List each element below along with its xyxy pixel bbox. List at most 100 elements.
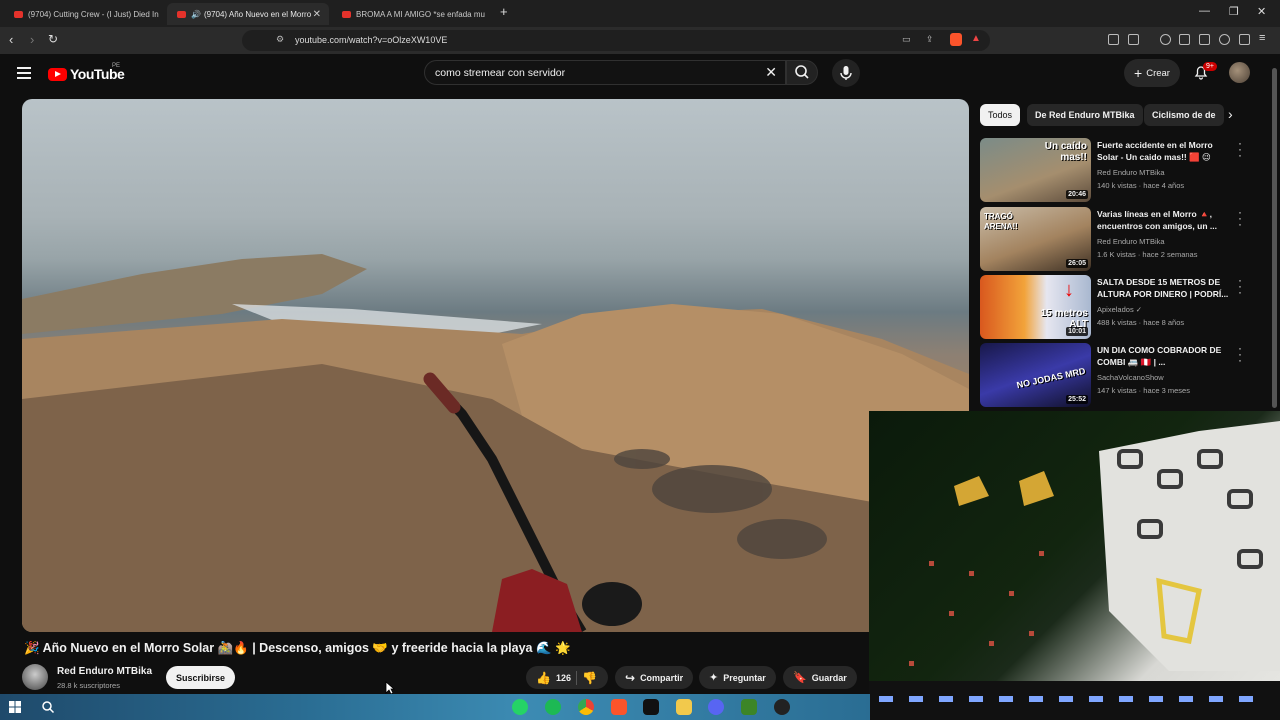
tiktok-icon[interactable] (643, 699, 659, 715)
more-options-icon[interactable]: · · · (1238, 206, 1242, 230)
back-icon[interactable]: ‹ (9, 32, 13, 47)
video-player[interactable] (22, 99, 969, 632)
recommendation-title[interactable]: Fuerte accidente en el Morro Solar - Un … (1097, 139, 1229, 163)
more-options-icon[interactable]: · · · (1238, 137, 1242, 161)
video-thumbnail[interactable]: Un caído mas!! 20:46 (980, 138, 1091, 202)
brave-shield-icon[interactable] (950, 33, 962, 46)
recommendation-channel[interactable]: Red Enduro MTBika (1097, 237, 1165, 246)
chrome-icon[interactable] (578, 699, 594, 715)
youtube-header: YouTube PE como stremear con servidor ✕ … (0, 54, 1280, 98)
vpn-icon[interactable] (1239, 34, 1250, 45)
search-button[interactable] (786, 60, 818, 85)
subscribe-button[interactable]: Suscribirse (166, 666, 235, 689)
page-scrollbar[interactable] (1272, 68, 1277, 408)
tab-broma[interactable]: BROMA A MI AMIGO *se enfada mu (332, 3, 492, 25)
search-input[interactable]: como stremear con servidor (435, 67, 565, 79)
save-button[interactable]: 🔖 Guardar (783, 666, 857, 689)
recommendation-item[interactable]: Un caído mas!! 20:46 Fuerte accidente en… (980, 137, 1250, 202)
more-options-icon[interactable]: · · · (1238, 274, 1242, 298)
youtube-play-icon (48, 67, 67, 81)
chip-de-red-enduro[interactable]: De Red Enduro MTBika (1027, 104, 1143, 126)
tab-cutting-crew[interactable]: (9704) Cutting Crew - (I Just) Died In (4, 3, 164, 25)
windows-start-icon[interactable] (9, 701, 21, 713)
recommendation-item[interactable]: 15 metros ALT ↓ 10:01 SALTA DESDE 15 MET… (980, 274, 1250, 339)
screenshot-icon[interactable] (1128, 34, 1139, 45)
recommendation-channel[interactable]: SachaVolcanoShow (1097, 373, 1164, 382)
whatsapp-icon[interactable] (512, 699, 528, 715)
share-button[interactable]: ↪ Compartir (615, 666, 694, 689)
recommendation-channel[interactable]: Apixelados ✓ (1097, 305, 1142, 314)
forward-icon[interactable]: › (30, 32, 34, 47)
search-icon (795, 65, 809, 79)
browser-toolbar: ‹ › ↻ ☐ ⚙ youtube.com/watch?v=oOlzeXW10V… (0, 27, 1280, 54)
video-frame (22, 254, 969, 632)
chip-todos[interactable]: Todos (980, 104, 1021, 126)
recommendation-title[interactable]: SALTA DESDE 15 METROS DE ALTURA POR DINE… (1097, 276, 1229, 300)
youtube-logo[interactable]: YouTube PE (48, 63, 125, 82)
recommendation-title[interactable]: UN DIA COMO COBRADOR DE COMBI 🚐 🇵🇪 | ... (1097, 344, 1229, 368)
extensions-icon[interactable] (1108, 34, 1119, 45)
bookmark-save-icon: 🔖 (793, 672, 807, 684)
taskbar-search-icon[interactable] (41, 700, 55, 714)
minimize-icon[interactable]: — (1199, 5, 1210, 17)
restore-icon[interactable]: ❐ (1229, 5, 1239, 18)
more-options-icon[interactable]: · · · (1238, 342, 1242, 366)
recommendation-title[interactable]: Varias líneas en el Morro 🔺, encuentros … (1097, 208, 1229, 232)
duration-badge: 26:05 (1066, 259, 1088, 268)
url-text: youtube.com/watch?v=oOlzeXW10VE (295, 35, 448, 45)
browser-tab-strip: (9704) Cutting Crew - (I Just) Died In 🔊… (0, 0, 1280, 27)
recommendation-meta: 488 k vistas · hace 8 años (1097, 318, 1185, 327)
leo-icon[interactable] (1219, 34, 1230, 45)
youtube-favicon-icon (177, 10, 186, 18)
reload-icon[interactable]: ↻ (48, 32, 58, 46)
like-dislike-group: 👍 126 👎 (526, 666, 608, 689)
cast-icon[interactable]: ▭ (902, 34, 911, 45)
channel-name[interactable]: Red Enduro MTBika (57, 666, 152, 677)
channel-avatar[interactable] (22, 664, 48, 690)
clear-search-icon[interactable]: ✕ (765, 64, 777, 81)
youtube-favicon-icon (342, 10, 351, 18)
video-thumbnail[interactable]: NO JODAS MRD 25:52 (980, 343, 1091, 407)
close-tab-icon[interactable]: ✕ (313, 9, 321, 20)
media-icon[interactable] (1160, 34, 1171, 45)
hamburger-menu-icon[interactable] (17, 67, 31, 79)
search-box[interactable]: como stremear con servidor ✕ (424, 60, 786, 85)
recommendation-item[interactable]: TRAGÓ ARENA!! 26:05 Varias líneas en el … (980, 206, 1250, 271)
sidebar-icon[interactable] (1179, 34, 1190, 45)
channel-name: Apixelados (1097, 305, 1134, 314)
recommendation-meta: 1.6 K vistas · hace 2 semanas (1097, 250, 1198, 259)
file-explorer-icon[interactable] (676, 699, 692, 715)
thumbs-up-icon: 👍 (536, 670, 551, 685)
site-info-icon[interactable]: ⚙ (276, 34, 284, 45)
video-thumbnail[interactable]: TRAGÓ ARENA!! 26:05 (980, 207, 1091, 271)
close-window-icon[interactable]: ✕ (1257, 5, 1266, 18)
account-avatar[interactable] (1229, 62, 1250, 83)
chip-ciclismo[interactable]: Ciclismo de de (1144, 104, 1224, 126)
address-bar[interactable]: ⚙ youtube.com/watch?v=oOlzeXW10VE ▭ ⇪ ▲ (242, 30, 990, 51)
minecraft-icon[interactable] (741, 699, 757, 715)
ask-button[interactable]: ✦ Preguntar (699, 666, 776, 689)
like-button[interactable]: 👍 126 (536, 671, 571, 685)
create-button[interactable]: + Crear (1124, 59, 1180, 87)
chevron-right-icon[interactable]: › (1228, 106, 1233, 122)
spotify-icon[interactable] (545, 699, 561, 715)
brave-icon[interactable] (611, 699, 627, 715)
wallet-icon[interactable] (1199, 34, 1210, 45)
video-thumbnail[interactable]: 15 metros ALT ↓ 10:01 (980, 275, 1091, 339)
mouse-cursor-icon (385, 681, 395, 695)
voice-search-button[interactable] (832, 59, 860, 87)
tab-ano-nuevo[interactable]: 🔊 (9704) Año Nuevo en el Morro ✕ (167, 3, 329, 25)
recommendation-item[interactable]: NO JODAS MRD 25:52 UN DIA COMO COBRADOR … (980, 342, 1250, 407)
brave-rewards-icon[interactable]: ▲ (971, 33, 981, 44)
thumbnail-text: NO JODAS MRD (1015, 365, 1087, 391)
youtube-favicon-icon (14, 10, 23, 18)
new-tab-icon[interactable]: + (500, 4, 508, 19)
menu-icon[interactable]: ≡ (1259, 32, 1265, 44)
share-icon[interactable]: ⇪ (926, 34, 934, 45)
thumbs-down-icon[interactable]: 👎 (582, 671, 597, 685)
arrow-down-icon: ↓ (1064, 279, 1074, 301)
discord-icon[interactable] (708, 699, 724, 715)
recommendation-channel[interactable]: Red Enduro MTBika (1097, 168, 1165, 177)
duration-badge: 25:52 (1066, 395, 1088, 404)
obs-icon[interactable] (774, 699, 790, 715)
